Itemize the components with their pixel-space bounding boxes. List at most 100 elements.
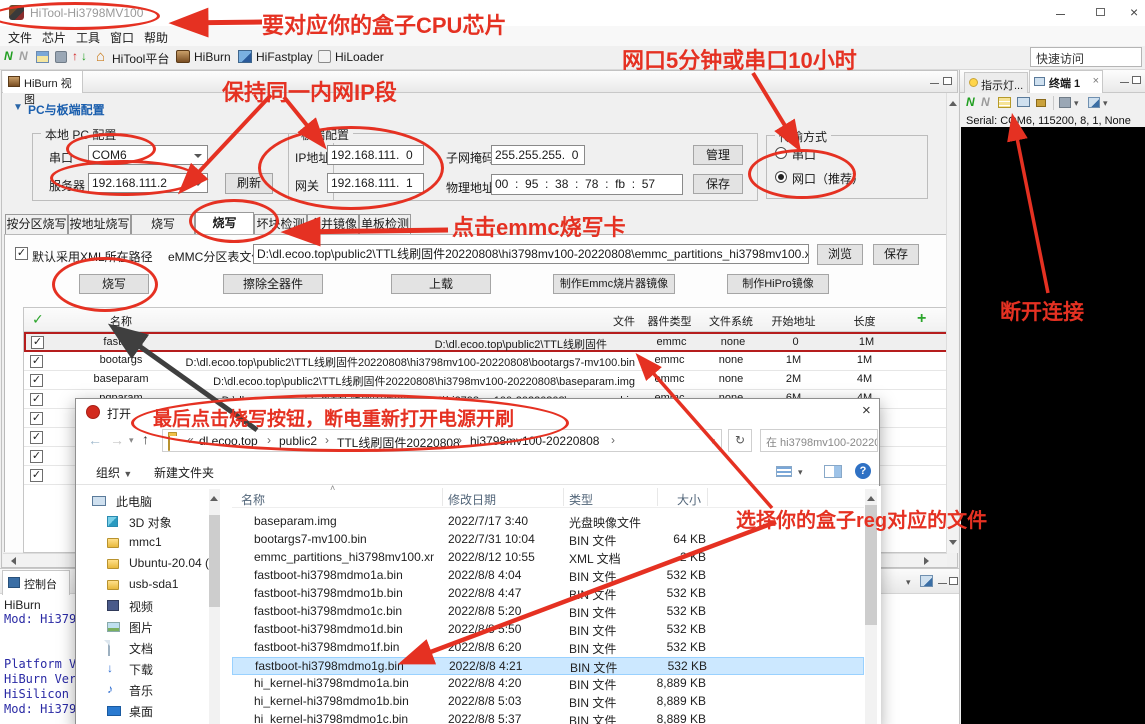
close-button[interactable]: × [1130,4,1138,20]
tab-console[interactable]: 控制台 [2,570,70,595]
xml-path-input[interactable]: D:\dl.ecoo.top\public2\TTL线刷固件20220808\h… [253,244,809,264]
file-row[interactable]: hi_kernel-hi3798mdmo1a.bin2022/8/8 4:20B… [232,675,864,693]
maximize-button[interactable] [1096,8,1105,16]
col-name[interactable]: 名称 [47,313,195,329]
sidebar-scrollbar[interactable] [209,489,220,724]
plug-icon[interactable] [55,51,67,63]
row-checkbox[interactable]: ✓ [30,450,43,463]
new-folder-button[interactable]: 新建文件夹 [154,464,214,481]
row-checkbox[interactable]: ✓ [30,431,43,444]
tab-merge-image[interactable]: 合并镜像 [307,214,359,234]
terminal-minimize-icon[interactable] [1120,82,1129,83]
console-menu-icon[interactable]: ▾ [906,577,911,588]
menu-window[interactable]: 窗口 [110,29,134,46]
check-all-icon[interactable]: ✓ [32,311,44,328]
minimize-button[interactable] [1056,14,1065,15]
refresh-button[interactable]: 刷新 [225,173,273,194]
menu-chip[interactable]: 芯片 [42,29,66,46]
serial-port-select[interactable]: COM6 [88,145,208,165]
vertical-scrollbar[interactable] [946,93,958,553]
file-row-selected[interactable]: fastboot-hi3798mdmo1g.bin2022/8/8 4:21BI… [232,657,864,675]
terminal-disconnect-icon[interactable]: N [981,95,990,109]
col-device[interactable]: 器件类型 [637,313,702,329]
quick-access-input[interactable]: 快速访问 [1030,47,1142,67]
hiloader-icon[interactable] [318,50,331,63]
tab-terminal-1[interactable]: 终端 1 × [1029,70,1103,93]
settings-icon[interactable] [36,51,49,63]
add-row-icon[interactable]: + [917,310,926,328]
make-hipro-image-button[interactable]: 制作HiPro镜像 [727,274,829,294]
file-row[interactable]: fastboot-hi3798mdmo1c.bin2022/8/8 5:20BI… [232,603,864,621]
transfer-up-icon[interactable]: ↑ [72,49,78,63]
preview-pane-icon[interactable] [824,465,842,478]
terminal-settings-icon[interactable] [998,97,1011,108]
tab-burn-partition[interactable]: 按分区烧写 [5,214,68,234]
console-open-log-icon[interactable] [920,575,933,587]
help-icon[interactable]: ? [855,463,871,479]
home-icon[interactable]: ⌂ [96,48,105,65]
view-mode-dropdown-icon[interactable]: ▾ [798,467,803,478]
tab-burn-address[interactable]: 按地址烧写 [68,214,131,234]
disconnect-icon[interactable]: N [19,49,28,63]
breadcrumb-item[interactable]: TTL线刷固件20220808 [337,434,460,451]
file-col-size[interactable]: 大小 [677,491,701,508]
menu-file[interactable]: 文件 [8,29,32,46]
hifastplay-icon[interactable] [238,50,252,63]
table-row-fastboot[interactable]: ✓ fastboot D:\dl.ecoo.top\public2\TTL线刷固… [24,332,948,352]
section-twisty-icon[interactable]: ▼ [13,102,23,113]
toolbar-hifastplay[interactable]: HiFastplay [256,50,313,64]
mac-input[interactable]: 00 : 95 : 38 : 78 : fb : 57 [491,174,683,195]
toolbar-hitool-platform[interactable]: HiTool平台 [112,50,169,67]
tab-indicator-leds[interactable]: 指示灯... [964,72,1028,93]
file-col-name[interactable]: 名称 [241,491,265,508]
file-row[interactable]: fastboot-hi3798mdmo1f.bin2022/8/8 6:20BI… [232,639,864,657]
file-row[interactable]: bootargs7-mv100.bin2022/7/31 10:04BIN 文件… [232,531,864,549]
hiburn-chip-icon[interactable] [176,50,190,63]
network-radio[interactable] [775,171,787,183]
file-row[interactable]: emmc_partitions_hi3798mv100.xml2022/8/12… [232,549,864,567]
row-checkbox[interactable]: ✓ [30,412,43,425]
browse-button[interactable]: 浏览 [817,244,863,265]
manage-button[interactable]: 管理 [693,145,743,165]
toolbar-hiburn[interactable]: HiBurn [194,50,231,64]
gateway-input[interactable]: 192.168.111. 1 [327,173,424,193]
toolbar-hiloader[interactable]: HiLoader [335,50,384,64]
console-minimize-icon[interactable] [938,583,947,584]
row-checkbox[interactable]: ✓ [30,393,43,406]
refresh-nav-button[interactable]: ↻ [728,429,752,452]
upload-button[interactable]: 上载 [391,274,491,294]
board-ip-input[interactable]: 192.168.111. 0 [327,145,424,165]
burn-button[interactable]: 烧写 [79,274,149,294]
col-length[interactable]: 长度 [827,313,902,329]
col-start[interactable]: 开始地址 [760,313,827,329]
file-col-type[interactable]: 类型 [569,491,593,508]
row-checkbox[interactable]: ✓ [30,374,43,387]
terminal-monitor-icon[interactable] [1017,97,1030,107]
erase-all-button[interactable]: 擦除全器件 [223,274,323,294]
recent-dropdown-icon[interactable]: ▾ [129,435,134,446]
tab-hiburn-view[interactable]: HiBurn 视图 [3,71,83,93]
menu-help[interactable]: 帮助 [144,29,168,46]
breadcrumb-item[interactable]: hi3798mv100-20220808 [470,434,599,448]
table-row-bootargs[interactable]: ✓ bootargs D:\dl.ecoo.top\public2\TTL线刷固… [24,352,948,371]
file-row[interactable]: fastboot-hi3798mdmo1b.bin2022/8/8 4:47BI… [232,585,864,603]
dialog-close-icon[interactable]: × [862,402,871,419]
terminal-lock-icon[interactable] [1036,99,1046,107]
tab-burn-fastboot[interactable]: 烧写Fastboot [131,214,195,234]
view-maximize-icon[interactable] [943,77,952,85]
tab-board-check[interactable]: 单板检测 [359,214,411,234]
dialog-search-box[interactable]: 在 hi3798mv100-2022080... [760,429,878,452]
connect-icon[interactable]: N [4,49,13,63]
organize-button[interactable]: 组织 ▼ [96,464,132,481]
forward-icon[interactable]: → [110,432,124,448]
row-checkbox[interactable]: ✓ [30,355,43,368]
view-minimize-icon[interactable] [930,83,939,84]
file-row[interactable]: fastboot-hi3798mdmo1a.bin2022/8/8 4:04BI… [232,567,864,585]
console-maximize-icon[interactable] [949,577,958,585]
terminal-tab-close-icon[interactable]: × [1093,75,1099,87]
file-row[interactable]: hi_kernel-hi3798mdmo1c.bin2022/8/8 5:37B… [232,711,864,724]
breadcrumb-dropdown-icon[interactable]: ▾ [710,436,715,447]
server-ip-select[interactable]: 192.168.111.2 [88,173,208,193]
row-checkbox[interactable]: ✓ [31,336,44,349]
terminal-screen[interactable] [961,127,1145,724]
